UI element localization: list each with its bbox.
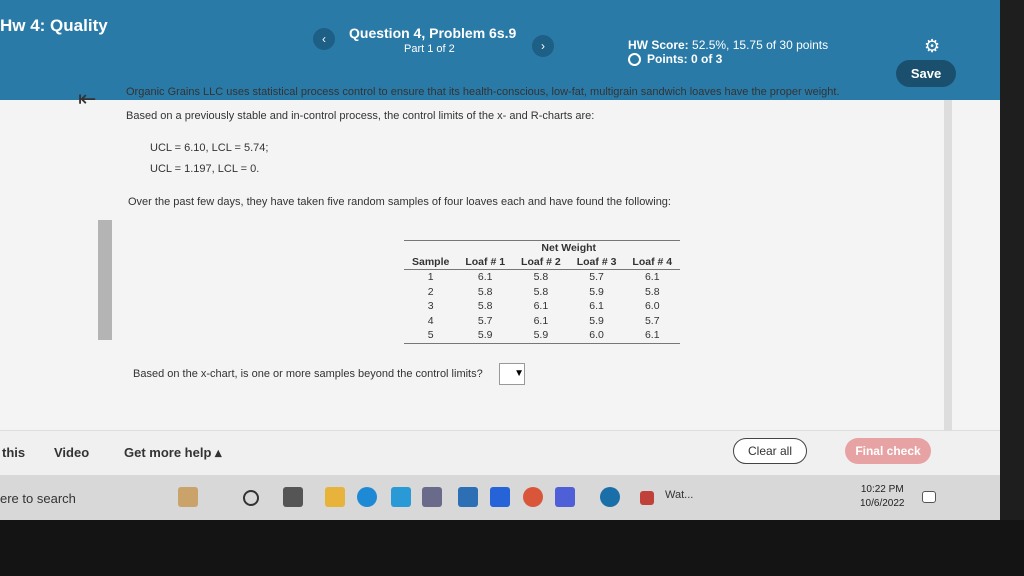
table-cell: 5.9 — [513, 328, 569, 344]
table-header-loaf1: Loaf # 1 — [457, 255, 514, 270]
dropdown-arrow-icon: ▼ — [514, 368, 524, 379]
next-question-button[interactable]: › — [532, 35, 554, 57]
table-header-loaf3: Loaf # 3 — [568, 255, 625, 270]
discord-icon[interactable] — [555, 487, 575, 507]
table-cell: 5.7 — [644, 314, 660, 327]
taskbar-app-label[interactable]: Wat... — [665, 489, 693, 501]
table-cell: 5.9 — [457, 328, 514, 344]
data-table: Net Weight Sample Loaf # 1 Loaf # 2 Loaf… — [404, 240, 681, 344]
table-cell: 5.7 — [589, 271, 604, 284]
vertical-scrollbar[interactable] — [944, 100, 952, 475]
table-cell: 5.8 — [477, 285, 493, 298]
table-cell: 5.9 — [589, 314, 604, 327]
browser-screen: Hw 4: Quality ‹ Question 4, Problem 6s.9… — [0, 0, 1000, 520]
clear-all-button[interactable]: Clear all — [733, 438, 807, 464]
edge-icon[interactable] — [357, 487, 377, 507]
table-cell: 1 — [427, 271, 434, 284]
left-scrollbar[interactable] — [98, 220, 112, 340]
table-cell: 5.8 — [533, 285, 549, 298]
help-this-link[interactable]: this — [2, 445, 25, 460]
file-explorer-icon[interactable] — [325, 487, 345, 507]
watch-app-icon[interactable] — [640, 491, 654, 505]
question-title: Question 4, Problem 6s.9 — [349, 25, 517, 41]
r-chart-limits: UCL = 1.197, LCL = 0. — [150, 163, 260, 175]
table-cell: 6.0 — [568, 328, 625, 344]
question-prompt: Based on the x-chart, is one or more sam… — [133, 368, 483, 380]
hw-score: HW Score: 52.5%, 15.75 of 30 points — [628, 38, 828, 52]
dropbox-icon[interactable] — [490, 487, 510, 507]
task-view-icon[interactable] — [283, 487, 303, 507]
table-header-spacer — [404, 240, 458, 255]
system-clock[interactable]: 10:22 PM 10/6/2022 — [860, 483, 905, 511]
top-bar: Hw 4: Quality ‹ Question 4, Problem 6s.9… — [0, 0, 1000, 100]
table-row: 5 5.9 5.9 6.0 6.1 — [404, 328, 681, 344]
table-header-sample: Sample — [404, 255, 458, 270]
notifications-icon[interactable] — [922, 491, 936, 503]
problem-intro: Organic Grains LLC uses statistical proc… — [126, 86, 840, 98]
prev-question-button[interactable]: ‹ — [313, 28, 335, 50]
table-cell: 5.8 — [644, 285, 660, 298]
problem-data-intro: Over the past few days, they have taken … — [128, 196, 671, 208]
answer-dropdown[interactable]: ▼ — [499, 363, 525, 385]
status-circle-icon — [628, 52, 641, 66]
hw-score-value: 52.5%, 15.75 of 30 points — [692, 38, 829, 52]
table-cell: 6.1 — [624, 328, 681, 344]
cortana-icon[interactable] — [243, 490, 259, 506]
table-row: 2 5.8 5.8 5.9 5.8 — [404, 285, 680, 300]
table-cell: 5 — [404, 328, 458, 344]
store-icon[interactable] — [422, 487, 442, 507]
table-cell: 6.1 — [644, 271, 660, 284]
windows-taskbar: ere to search Wat... 10:22 PM 10/6/2022 — [0, 475, 1000, 520]
clock-time: 10:22 PM — [860, 484, 904, 495]
hw-score-label: HW Score: — [628, 38, 689, 52]
table-cell: 6.1 — [477, 271, 493, 284]
table-cell: 3 — [427, 300, 434, 313]
table-cell: 2 — [427, 285, 434, 298]
table-cell: 6.1 — [533, 300, 549, 313]
points-label: Points: 0 of 3 — [647, 52, 723, 66]
table-cell: 6.0 — [644, 300, 660, 313]
table-group-header: Net Weight — [457, 240, 681, 255]
table-cell: 6.1 — [533, 314, 549, 327]
points-status: Points: 0 of 3 — [628, 52, 722, 66]
table-cell: 6.1 — [589, 300, 604, 313]
table-cell: 5.7 — [477, 314, 493, 327]
x-chart-limits: UCL = 6.10, LCL = 5.74; — [150, 142, 269, 154]
table-cell: 4 — [427, 314, 434, 327]
final-check-button[interactable]: Final check — [845, 438, 931, 464]
table-cell: 5.8 — [533, 271, 549, 284]
table-row: 1 6.1 5.8 5.7 6.1 — [404, 270, 680, 285]
course-title: Hw 4: Quality — [0, 16, 108, 35]
table-cell: 5.9 — [589, 285, 604, 298]
table-row: 3 5.8 6.1 6.1 6.0 — [404, 299, 680, 314]
app-icon[interactable] — [391, 487, 411, 507]
save-button[interactable]: Save — [896, 60, 956, 87]
table-row: 4 5.7 6.1 5.9 5.7 — [404, 314, 680, 329]
screen-bezel — [1000, 0, 1024, 520]
video-link[interactable]: Video — [54, 445, 89, 460]
table-header-loaf2: Loaf # 2 — [513, 255, 569, 270]
help-icon[interactable] — [600, 487, 620, 507]
mail-icon[interactable] — [458, 487, 478, 507]
collapse-panel-icon[interactable]: ⇤ — [78, 86, 96, 112]
bottom-bar: this Video Get more help ▴ Clear all Fin… — [0, 430, 1000, 476]
gear-icon[interactable]: ⚙ — [924, 36, 940, 57]
question-part: Part 1 of 2 — [404, 43, 455, 55]
search-highlight-icon[interactable] — [178, 487, 198, 507]
clock-date: 10/6/2022 — [860, 498, 905, 509]
taskbar-search[interactable]: ere to search — [0, 491, 76, 506]
chrome-icon[interactable] — [523, 487, 543, 507]
get-more-help-button[interactable]: Get more help ▴ — [124, 445, 222, 461]
table-cell: 5.8 — [477, 300, 493, 313]
table-header-loaf4: Loaf # 4 — [624, 255, 681, 270]
problem-limits-intro: Based on a previously stable and in-cont… — [126, 110, 595, 122]
